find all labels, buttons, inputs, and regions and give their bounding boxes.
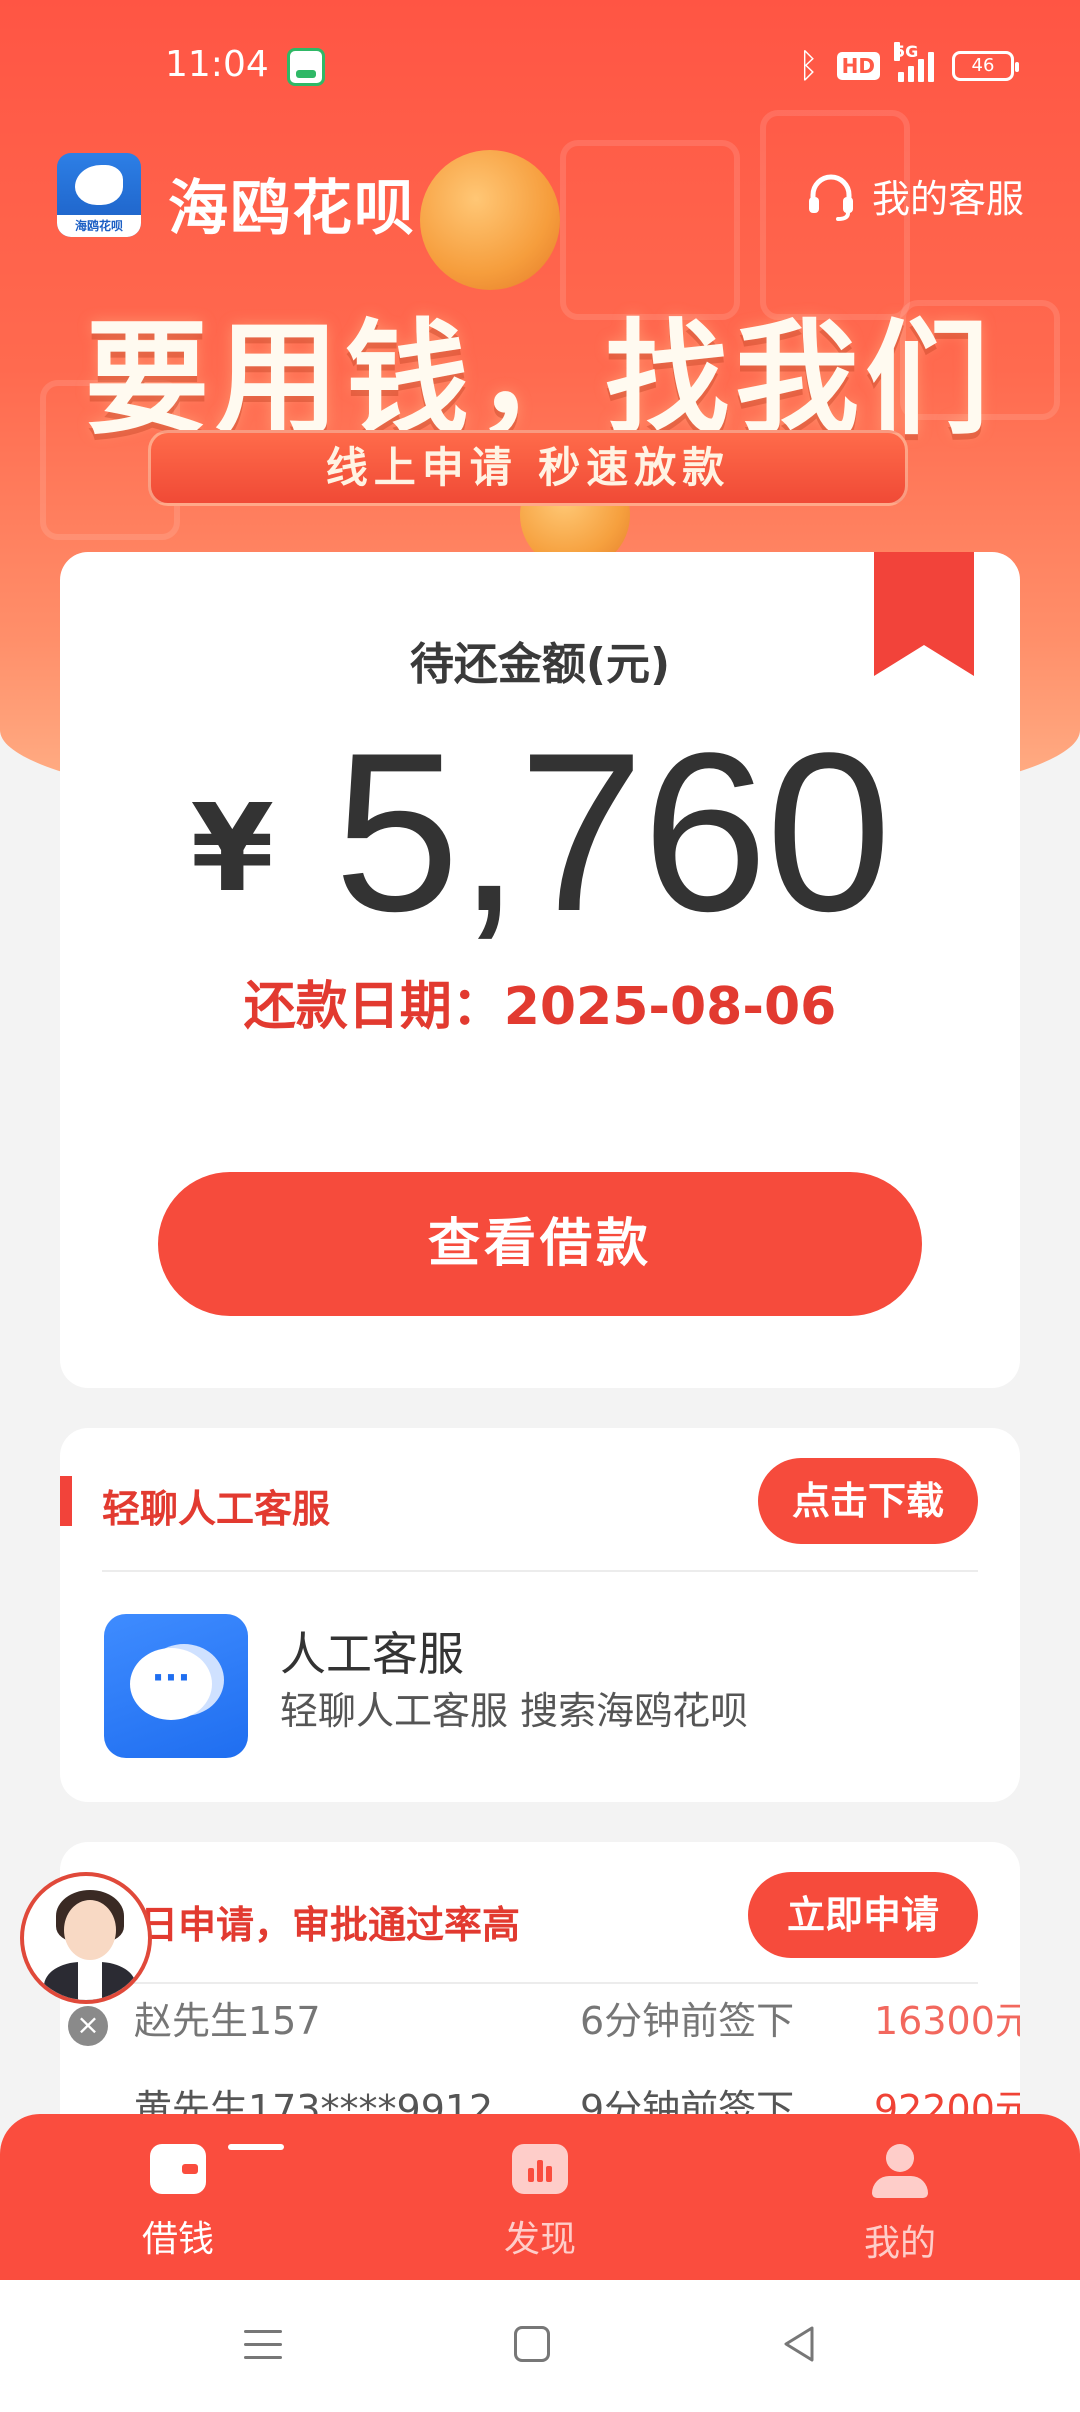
system-nav-bar [0,2280,1080,2412]
chart-icon [512,2144,568,2194]
back-icon[interactable] [780,2324,816,2364]
currency-symbol: ¥ [190,780,274,919]
amount-value: 5,760 [333,705,892,958]
wallet-icon [150,2144,206,2194]
due-date: 还款日期：2025-08-06 [243,977,837,1037]
user-icon [870,2144,930,2198]
chat-app-icon[interactable]: ··· [104,1614,248,1758]
status-time: 11:04 [165,44,269,85]
hd-icon: HD [836,52,880,80]
active-tab-indicator [228,2144,284,2150]
view-loan-button[interactable]: 查看借款 [158,1172,922,1316]
chat-bubble-icon: ··· [130,1648,212,1720]
bottom-tab-bar: 借钱 发现 我的 [0,2114,1080,2280]
battery-icon: 46 [952,51,1019,81]
apply-now-button[interactable]: 立即申请 [748,1872,978,1958]
record-name: 赵先生157 [134,1999,321,2043]
menu-icon[interactable] [244,2330,282,2360]
signal-icon: 5G [894,42,934,82]
home-icon[interactable] [514,2326,550,2362]
network-type: 5G [894,42,919,61]
my-service-label: 我的客服 [871,177,1024,221]
close-icon[interactable]: × [68,2006,108,2046]
divider [102,1982,978,1984]
app-logo: 海鸥花呗 [57,153,141,237]
status-indicators: ᛒ HD 5G 46 [798,42,1019,86]
my-service-link[interactable]: 我的客服 [804,168,1024,223]
tab-mine[interactable]: 我的 [800,2144,1000,2266]
tab-borrow[interactable]: 借钱 [78,2144,284,2262]
service-description: 轻聊人工客服 搜索海鸥花呗 [280,1689,749,1733]
headset-icon [808,174,853,221]
section-accent-bar [60,1476,72,1526]
bluetooth-icon: ᛒ [798,46,819,86]
coin-decor [420,150,560,290]
service-name: 人工客服 [280,1627,464,1681]
agent-shirt [78,1962,102,2000]
section-title: 轻聊人工客服 [102,1487,331,1531]
record-amount: 16300元 [874,1999,1020,2043]
pending-amount: ¥5,760 [60,702,1020,962]
logo-text: 海鸥花呗 [57,215,141,237]
tab-label: 我的 [863,2223,936,2264]
customer-service-card: 轻聊人工客服 点击下载 ··· 人工客服 轻聊人工客服 搜索海鸥花呗 [60,1428,1020,1802]
tab-label: 发现 [503,2219,576,2260]
pending-amount-label: 待还金额(元) [409,639,671,690]
agent-face [64,1900,116,1960]
tab-label: 借钱 [141,2219,214,2260]
record-time: 6分钟前签下 [580,1999,795,2043]
apply-card: 日申请，审批通过率高 立即申请 赵先生157 6分钟前签下 16300元 黄先生… [60,1842,1020,2142]
tab-discover[interactable]: 发现 [440,2144,640,2262]
repayment-card: 待还金额(元) ¥5,760 还款日期：2025-08-06 查看借款 [60,552,1020,1388]
app-name: 海鸥花呗 [168,174,416,244]
notification-app-icon [287,48,325,86]
divider [102,1570,978,1572]
status-bar: 11:04 ᛒ HD 5G 46 [0,0,1080,110]
seagull-icon [75,165,123,205]
download-button[interactable]: 点击下载 [758,1458,978,1544]
banner-subline: 线上申请 秒速放款 [148,430,908,506]
agent-avatar-button[interactable] [20,1872,152,2004]
apply-title: 日申请，审批通过率高 [140,1903,521,1947]
